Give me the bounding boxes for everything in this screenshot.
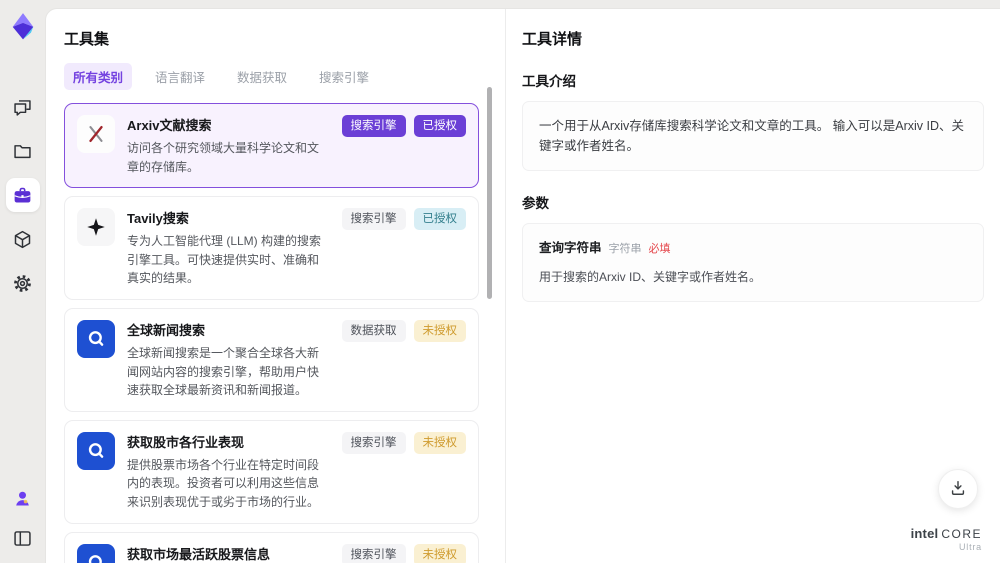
tool-name: 获取市场最活跃股票信息 (127, 546, 271, 562)
blue-search-icon (77, 319, 115, 358)
tool-detail-panel: 工具详情 工具介绍 一个用于从Arxiv存储库搜索科学论文和文章的工具。 输入可… (506, 9, 1000, 563)
blue-search-icon (77, 431, 115, 470)
brand-intel: intel (910, 525, 939, 541)
param-head: 查询字符串 字符串 必填 (539, 238, 967, 259)
blue-search-icon (77, 543, 115, 563)
tool-badges: 搜索引擎 未授权 (341, 431, 466, 512)
scrollbar-thumb[interactable] (487, 87, 492, 299)
tool-main: 获取市场最活跃股票信息 提供当天交易量最高的股票列表，投资者可以利用这些信息来识… (127, 544, 326, 563)
tools-panel: 工具集 所有类别 语言翻译 数据获取 搜索引擎 Arxiv文献搜索 访问各个研究领域大… (46, 9, 506, 563)
param-type: 字符串 (608, 243, 642, 255)
tool-main: Tavily搜索 专为人工智能代理 (LLM) 构建的搜索引擎工具。可快速提供实… (127, 208, 326, 288)
nav-settings-icon[interactable] (6, 266, 40, 300)
user-avatar-icon[interactable] (6, 481, 40, 515)
tool-card[interactable]: 全球新闻搜索 全球新闻搜索是一个聚合全球各大新闻网站内容的搜索引擎，帮助用户快速… (64, 307, 479, 412)
tool-auth-badge: 未授权 (413, 431, 466, 454)
tool-name: 全球新闻搜索 (127, 322, 206, 338)
param-name: 查询字符串 (539, 241, 602, 255)
tool-name: Arxiv文献搜索 (127, 118, 212, 133)
param-desc: 用于搜索的Arxiv ID、关键字或作者姓名。 (539, 269, 762, 284)
tool-auth-badge: 已授权 (413, 115, 466, 138)
sidebar (0, 0, 45, 563)
tool-main: 全球新闻搜索 全球新闻搜索是一个聚合全球各大新闻网站内容的搜索引擎，帮助用户快速… (127, 320, 326, 400)
tool-badges: 搜索引擎 已授权 (341, 208, 466, 288)
tool-main: Arxiv文献搜索 访问各个研究领域大量科学论文和文章的存储库。 (127, 115, 326, 176)
tool-auth-badge: 已授权 (413, 208, 466, 231)
tool-category-badge: 数据获取 (341, 319, 406, 343)
tab-0[interactable]: 所有类别 (64, 63, 133, 90)
page-title: 工具集 (64, 31, 110, 48)
tool-desc: 访问各个研究领域大量科学论文和文章的存储库。 (127, 141, 320, 174)
download-button[interactable] (938, 469, 978, 509)
tool-card[interactable]: 获取股市各行业表现 提供股票市场各个行业在特定时间段内的表现。投资者可以利用这些… (64, 419, 479, 524)
tool-desc: 专为人工智能代理 (LLM) 构建的搜索引擎工具。可快速提供实时、准确和真实的结… (127, 234, 322, 286)
tool-category-badge: 搜索引擎 (341, 208, 406, 231)
tool-desc: 提供股票市场各个行业在特定时间段内的表现。投资者可以利用这些信息来识别表现优于或… (127, 457, 320, 509)
tavily-star-icon (77, 208, 115, 247)
tab-3[interactable]: 搜索引擎 (310, 63, 378, 90)
tool-name: 获取股市各行业表现 (127, 434, 245, 450)
tool-desc: 全球新闻搜索是一个聚合全球各大新闻网站内容的搜索引擎，帮助用户快速获取全球最新资… (127, 345, 320, 398)
tool-card[interactable]: Arxiv文献搜索 访问各个研究领域大量科学论文和文章的存储库。 搜索引擎 已授… (64, 103, 479, 189)
params-heading: 参数 (522, 196, 549, 211)
tab-2[interactable]: 数据获取 (228, 63, 296, 90)
tab-1[interactable]: 语言翻译 (146, 63, 214, 90)
intro-heading: 工具介绍 (522, 74, 576, 89)
nav-files-icon[interactable] (6, 134, 40, 168)
param-card: 查询字符串 字符串 必填 用于搜索的Arxiv ID、关键字或作者姓名。 (522, 223, 984, 302)
brand-core: CORE (941, 526, 982, 541)
panel-toggle-icon[interactable] (6, 521, 40, 555)
app-root: 工具集 所有类别 语言翻译 数据获取 搜索引擎 Arxiv文献搜索 访问各个研究领域大… (0, 0, 1000, 563)
tool-card[interactable]: 获取市场最活跃股票信息 提供当天交易量最高的股票列表，投资者可以利用这些信息来识… (64, 531, 479, 563)
arxiv-icon (77, 115, 115, 153)
category-tabs: 所有类别 语言翻译 数据获取 搜索引擎 (64, 63, 479, 90)
intro-text: 一个用于从Arxiv存储库搜索科学论文和文章的工具。 输入可以是Arxiv ID… (522, 101, 984, 171)
tool-badges: 搜索引擎 未授权 (341, 543, 466, 563)
nav-chat-icon[interactable] (6, 90, 40, 124)
sidebar-nav (5, 90, 40, 300)
main-content: 工具集 所有类别 语言翻译 数据获取 搜索引擎 Arxiv文献搜索 访问各个研究领域大… (45, 8, 1000, 563)
sidebar-bottom (6, 481, 40, 563)
tool-category-badge: 搜索引擎 (341, 543, 406, 563)
tool-card[interactable]: Tavily搜索 专为人工智能代理 (LLM) 构建的搜索引擎工具。可快速提供实… (64, 196, 479, 300)
param-required-badge: 必填 (648, 243, 671, 255)
nav-models-icon[interactable] (6, 222, 40, 256)
tool-category-badge: 搜索引擎 (341, 115, 406, 138)
tool-main: 获取股市各行业表现 提供股票市场各个行业在特定时间段内的表现。投资者可以利用这些… (127, 432, 326, 512)
tool-auth-badge: 未授权 (413, 543, 466, 563)
download-icon (948, 478, 968, 501)
tool-name: Tavily搜索 (127, 211, 189, 227)
tool-badges: 数据获取 未授权 (341, 319, 466, 400)
app-logo-icon (8, 10, 38, 46)
tool-list: Arxiv文献搜索 访问各个研究领域大量科学论文和文章的存储库。 搜索引擎 已授… (64, 103, 479, 563)
intel-core-logo: intel CORE Ultra (910, 525, 982, 553)
tool-category-badge: 搜索引擎 (341, 431, 406, 454)
detail-title: 工具详情 (522, 31, 583, 48)
brand-sub: Ultra (958, 542, 982, 553)
tool-auth-badge: 未授权 (413, 319, 466, 343)
nav-tools-icon[interactable] (5, 178, 40, 212)
tool-badges: 搜索引擎 已授权 (341, 115, 466, 176)
